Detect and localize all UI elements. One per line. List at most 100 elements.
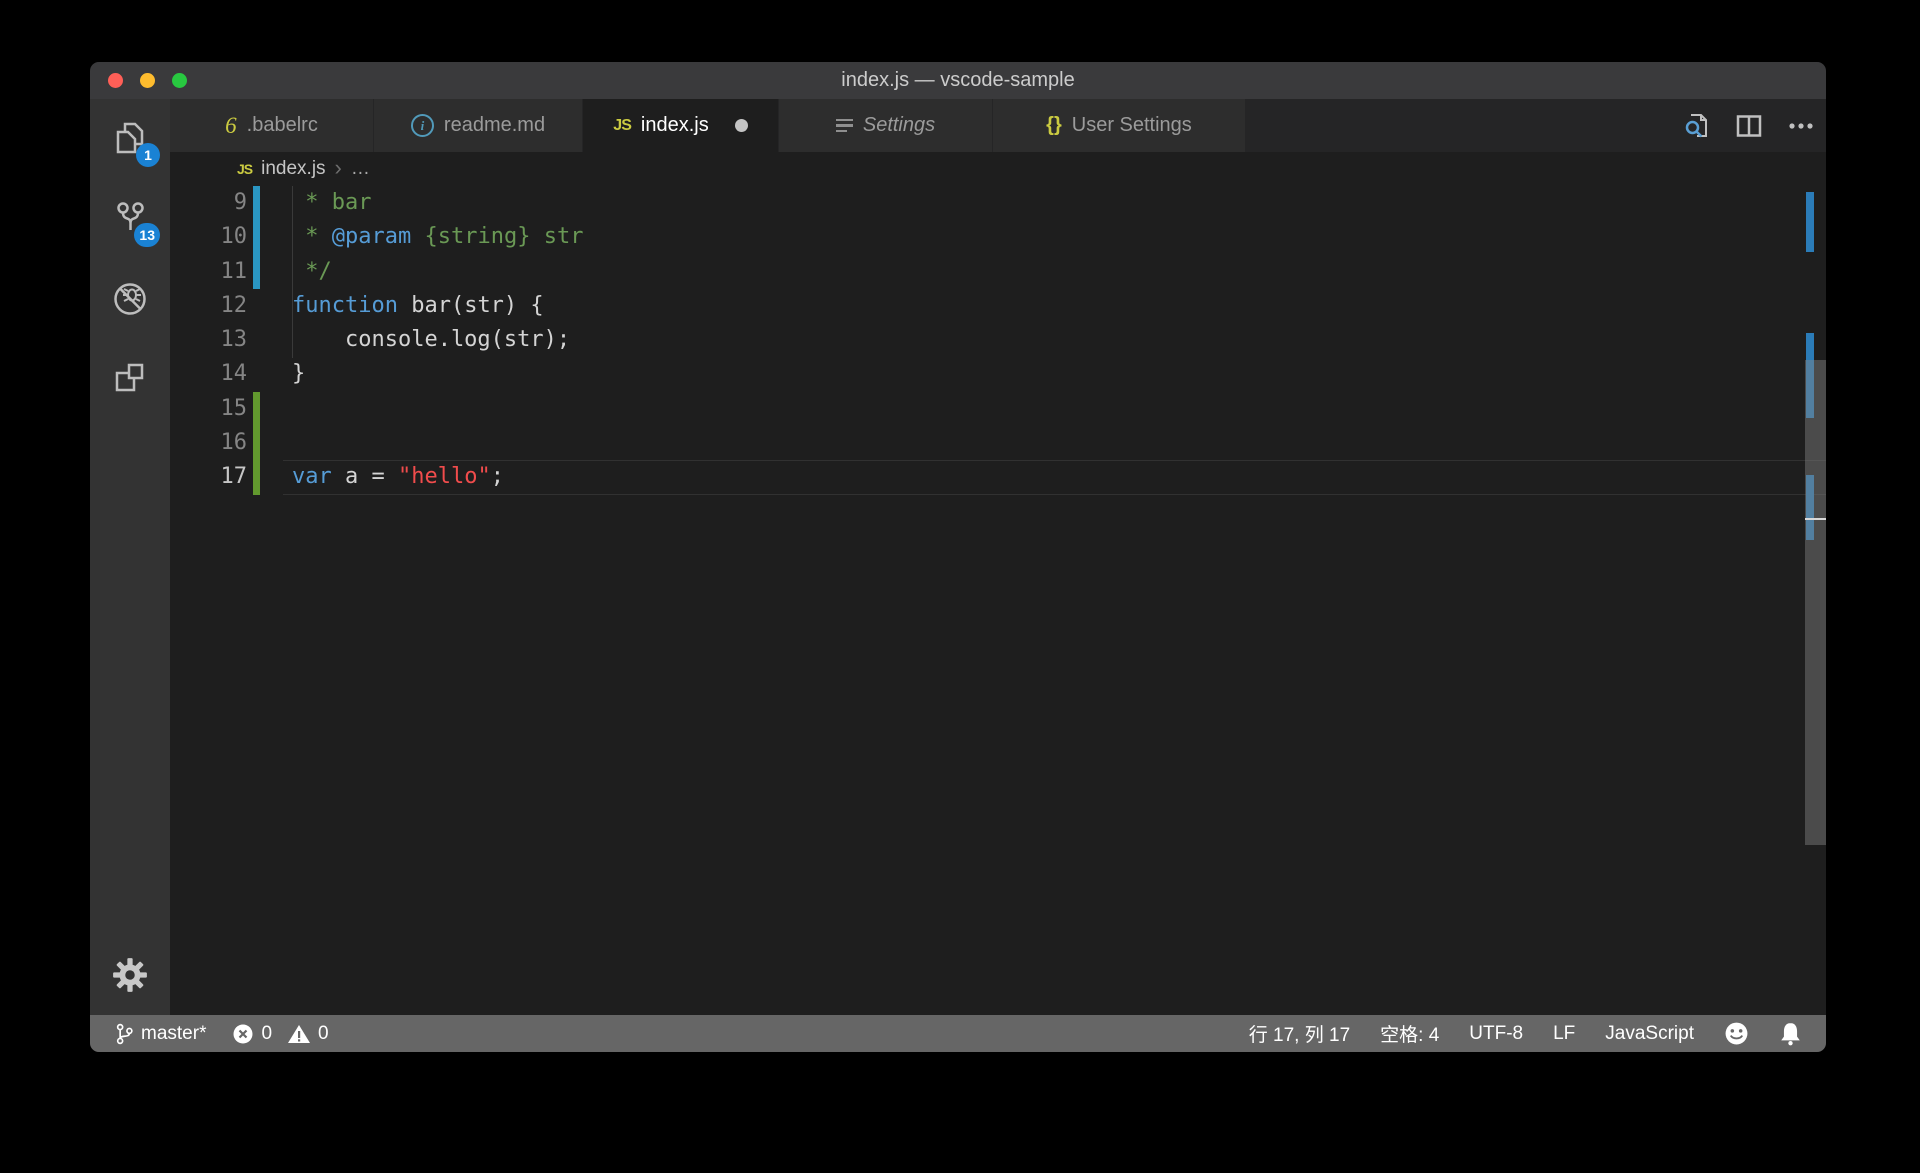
code-text: function bar(str) { [292, 289, 544, 323]
explorer-badge: 1 [136, 143, 160, 167]
debug-icon [110, 279, 150, 319]
ruler-modified-mark [1806, 192, 1814, 252]
gutter-added-indicator [253, 460, 260, 494]
code-text: var a = "hello"; [292, 460, 504, 494]
line-number[interactable]: 16 [170, 426, 247, 460]
git-branch-indicator[interactable]: master* [114, 1021, 206, 1047]
code-text: */ [292, 255, 332, 289]
tab-label: User Settings [1072, 114, 1192, 137]
breadcrumb-file[interactable]: index.js [261, 158, 325, 180]
desktop-background: index.js — vscode-sample 1 [0, 0, 1920, 1173]
sidebar-item-extensions[interactable] [90, 339, 170, 419]
indentation-indicator[interactable]: 空格: 4 [1380, 1020, 1439, 1047]
modified-dot-icon[interactable] [735, 119, 748, 132]
gutter-modified-indicator [253, 220, 260, 254]
activity-bar: 1 13 [90, 99, 170, 1015]
gutter-added-indicator [253, 426, 260, 460]
line-number[interactable]: 10 [170, 220, 247, 254]
line-number[interactable]: 15 [170, 392, 247, 426]
error-icon [232, 1023, 254, 1045]
split-editor-icon [1734, 111, 1764, 141]
git-branch-icon [114, 1021, 134, 1047]
sidebar-item-source-control[interactable]: 13 [90, 179, 170, 259]
code-text: console.log(str); [292, 323, 570, 357]
tab-babelrc[interactable]: 6 .babelrc [170, 99, 374, 152]
tab-label: readme.md [444, 114, 545, 137]
chevron-right-icon: › [335, 157, 342, 182]
code-text: } [292, 357, 305, 391]
notifications-button[interactable] [1779, 1021, 1802, 1046]
code-line-13[interactable]: 13 console.log(str); [170, 323, 1826, 357]
smiley-icon [1724, 1021, 1749, 1046]
babel-icon: 6 [225, 113, 237, 139]
tab-bar: 6 .babelrc i readme.md JS index.js S [170, 99, 1826, 152]
code-line-16[interactable]: 16 [170, 426, 1826, 460]
breadcrumb: JS index.js › … [170, 152, 1826, 186]
bell-icon [1779, 1021, 1802, 1046]
gutter-added-indicator [253, 392, 260, 426]
line-number[interactable]: 11 [170, 255, 247, 289]
tab-user-settings[interactable]: {} User Settings [993, 99, 1246, 152]
split-editor-button[interactable] [1734, 111, 1764, 141]
gutter-modified-indicator [253, 186, 260, 220]
breadcrumb-symbol[interactable]: … [351, 158, 370, 180]
tab-label: index.js [641, 114, 709, 137]
overview-ruler [1805, 186, 1826, 1015]
line-number[interactable]: 13 [170, 323, 247, 357]
error-count: 0 [261, 1023, 272, 1045]
status-bar: master* 0 0 [90, 1015, 1826, 1052]
line-number[interactable]: 12 [170, 289, 247, 323]
zoom-window-button[interactable] [172, 73, 187, 88]
tab-index-js[interactable]: JS index.js [583, 99, 779, 152]
sidebar-item-explorer[interactable]: 1 [90, 99, 170, 179]
gutter-modified-indicator [253, 255, 260, 289]
code-line-17[interactable]: 17 var a = "hello"; [170, 460, 1826, 494]
info-icon: i [411, 114, 434, 137]
tab-label: Settings [863, 114, 935, 137]
tab-settings[interactable]: Settings [779, 99, 993, 152]
code-lines: 9 * bar10 * @param {string} str11 */12fu… [170, 186, 1826, 1015]
tab-label: .babelrc [247, 114, 318, 137]
cursor-position-indicator[interactable]: 行 17, 列 17 [1249, 1020, 1350, 1047]
code-line-10[interactable]: 10 * @param {string} str [170, 220, 1826, 254]
gear-icon [111, 956, 149, 994]
minimize-window-button[interactable] [140, 73, 155, 88]
code-line-9[interactable]: 9 * bar [170, 186, 1826, 220]
settings-list-icon [836, 119, 853, 133]
feedback-button[interactable] [1724, 1021, 1749, 1046]
source-control-badge: 13 [134, 223, 160, 247]
line-number[interactable]: 17 [170, 460, 247, 494]
line-number[interactable]: 9 [170, 186, 247, 220]
eol-indicator[interactable]: LF [1553, 1023, 1575, 1045]
title-bar[interactable]: index.js — vscode-sample [90, 62, 1826, 99]
encoding-indicator[interactable]: UTF-8 [1469, 1023, 1523, 1045]
sidebar-item-debug[interactable] [90, 259, 170, 339]
vscode-window: index.js — vscode-sample 1 [90, 62, 1826, 1052]
window-title: index.js — vscode-sample [841, 69, 1074, 92]
code-line-11[interactable]: 11 */ [170, 255, 1826, 289]
code-line-12[interactable]: 12 function bar(str) { [170, 289, 1826, 323]
scrollbar-thumb[interactable] [1805, 360, 1826, 845]
code-text: * bar [292, 186, 371, 220]
file-search-icon [1682, 111, 1712, 141]
warning-count: 0 [318, 1023, 329, 1045]
code-editor[interactable]: 9 * bar10 * @param {string} str11 */12fu… [170, 186, 1826, 1015]
braces-icon: {} [1046, 114, 1062, 137]
close-window-button[interactable] [108, 73, 123, 88]
code-line-15[interactable]: 15 [170, 392, 1826, 426]
code-line-14[interactable]: 14} [170, 357, 1826, 391]
traffic-lights [108, 62, 187, 99]
line-number[interactable]: 14 [170, 357, 247, 391]
code-text: * @param {string} str [292, 220, 583, 254]
warning-icon [287, 1023, 311, 1045]
js-icon: JS [613, 117, 631, 135]
tab-readme-md[interactable]: i readme.md [374, 99, 583, 152]
ruler-cursor-mark [1805, 518, 1826, 520]
manage-gear-button[interactable] [90, 935, 170, 1015]
problems-indicator[interactable]: 0 0 [232, 1023, 328, 1045]
extensions-icon [110, 359, 150, 399]
open-changes-button[interactable] [1682, 111, 1712, 141]
more-actions-button[interactable] [1786, 111, 1816, 141]
language-mode-indicator[interactable]: JavaScript [1605, 1023, 1694, 1045]
editor-actions [1682, 99, 1826, 152]
